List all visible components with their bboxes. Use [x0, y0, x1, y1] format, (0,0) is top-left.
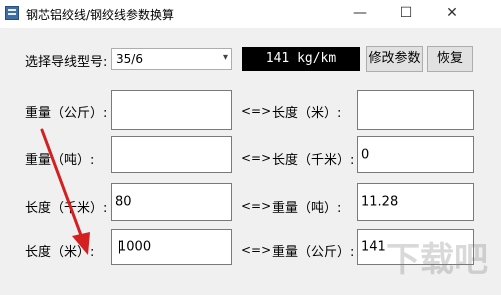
- app-window: 钢芯铝绞线/钢绞线参数换算 — ☐ ✕ 选择导线型号: 35/6 ▾ 141 k…: [0, 0, 501, 295]
- watermark-logo: 下载吧: [386, 240, 488, 280]
